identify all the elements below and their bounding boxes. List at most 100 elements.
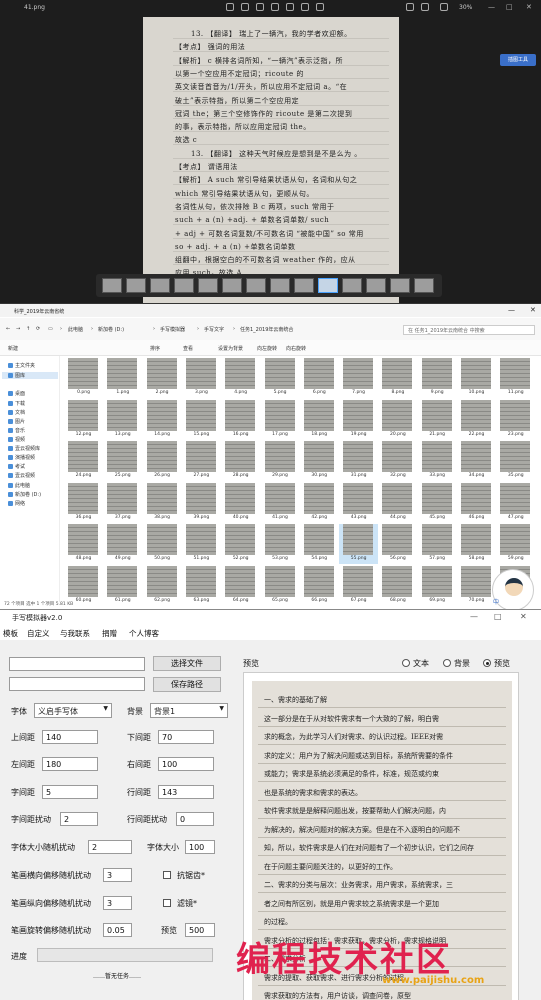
menu-blog[interactable]: 个人博客 [129, 628, 159, 639]
filmstrip-thumbnail[interactable] [222, 278, 242, 293]
menu-template[interactable]: 模板 [3, 628, 18, 639]
file-item[interactable]: 58.png [457, 524, 496, 564]
filmstrip-thumbnail[interactable] [390, 278, 410, 293]
file-item[interactable]: 6.png [300, 358, 339, 398]
file-item[interactable]: 29.png [261, 441, 300, 481]
file-item[interactable]: 31.png [339, 441, 378, 481]
file-item[interactable]: 2.png [143, 358, 182, 398]
file-item[interactable]: 70.png [457, 565, 496, 606]
file-item[interactable]: 56.png [378, 524, 417, 564]
file-item[interactable]: 14.png [143, 399, 182, 440]
file-item[interactable]: 59.png [496, 524, 535, 564]
file-item[interactable]: 11.png [496, 358, 535, 398]
nav-item[interactable]: 桌面 [8, 390, 25, 397]
nav-item[interactable]: 音乐 [8, 427, 25, 434]
close-icon[interactable]: ✕ [520, 612, 527, 621]
file-item[interactable]: 15.png [182, 399, 221, 440]
rotate-icon[interactable] [226, 3, 234, 11]
file-item[interactable]: 66.png [300, 565, 339, 606]
file-item[interactable]: 12.png [64, 399, 103, 440]
top-margin-input[interactable]: 140 [42, 730, 98, 744]
file-item[interactable]: 45.png [418, 482, 457, 523]
file-item[interactable]: 38.png [143, 482, 182, 523]
file-item[interactable]: 19.png [339, 399, 378, 440]
file-item[interactable]: 57.png [418, 524, 457, 564]
nav-item[interactable]: 图片 [8, 418, 25, 425]
breadcrumb-2[interactable]: 手写模拟器 [160, 326, 185, 333]
preview-size-input[interactable]: 500 [185, 923, 215, 937]
fit-icon[interactable] [406, 3, 414, 11]
radio-text[interactable] [402, 659, 410, 667]
file-item[interactable]: 43.png [339, 482, 378, 523]
file-item[interactable]: 61.png [103, 565, 142, 606]
file-item[interactable]: 26.png [143, 441, 182, 481]
nav-item[interactable]: 图库 [2, 372, 58, 379]
file-item[interactable]: 35.png [496, 441, 535, 481]
crop-icon[interactable] [241, 3, 249, 11]
file-item[interactable]: 3.png [182, 358, 221, 398]
breadcrumb-4[interactable]: 任务1_2019年云南统合 [240, 326, 293, 333]
file-item[interactable]: 51.png [182, 524, 221, 564]
breadcrumb-3[interactable]: 手写文字 [204, 326, 224, 333]
blur-checkbox[interactable] [163, 899, 171, 907]
text-file-path-input[interactable] [9, 657, 145, 671]
file-item[interactable]: 25.png [103, 441, 142, 481]
file-item[interactable]: 37.png [103, 482, 142, 523]
save-path-button[interactable]: 保存路径 [153, 677, 221, 692]
file-item[interactable]: 46.png [457, 482, 496, 523]
font-select[interactable]: 义启手写体 ▼ [34, 703, 112, 718]
file-item[interactable]: 63.png [182, 565, 221, 606]
file-item[interactable]: 55.png [339, 524, 379, 564]
file-item[interactable]: 21.png [418, 399, 457, 440]
v-offset-input[interactable]: 3 [103, 896, 132, 910]
file-item[interactable]: 48.png [64, 524, 103, 564]
file-item[interactable]: 18.png [300, 399, 339, 440]
undo-icon[interactable] [271, 3, 279, 11]
filmstrip-thumbnail[interactable] [294, 278, 314, 293]
file-item[interactable]: 53.png [261, 524, 300, 564]
search-input[interactable]: 在 任务1_2019年云南统合 中搜索 [403, 325, 535, 335]
menu-custom[interactable]: 自定义 [27, 628, 50, 639]
sort-button[interactable]: 排序 [150, 345, 160, 352]
nav-item[interactable]: 此电脑 [8, 482, 30, 489]
filmstrip-thumbnail[interactable] [102, 278, 122, 293]
back-icon[interactable]: ← [6, 326, 10, 332]
rotate-left-button[interactable]: 向左旋转 [257, 345, 277, 352]
refresh-icon[interactable]: ⟳ [36, 326, 40, 332]
address-bar[interactable]: ← → ↑ ⟳ ▭ › 此电脑 › 新加卷 (D:) › 手写模拟器 › 手写文… [0, 318, 541, 340]
file-item[interactable]: 47.png [496, 482, 535, 523]
file-item[interactable]: 24.png [64, 441, 103, 481]
right-margin-input[interactable]: 100 [158, 757, 214, 771]
filmstrip-thumbnail[interactable] [270, 278, 290, 293]
new-button[interactable]: 新建 [8, 345, 18, 352]
maximize-icon[interactable]: □ [494, 612, 502, 621]
filmstrip-thumbnail[interactable] [414, 278, 434, 293]
file-item[interactable]: 65.png [261, 565, 300, 606]
filmstrip-thumbnail[interactable] [366, 278, 386, 293]
file-item[interactable]: 5.png [261, 358, 300, 398]
file-item[interactable]: 20.png [378, 399, 417, 440]
file-item[interactable]: 54.png [300, 524, 339, 564]
nav-item[interactable]: 壹云视频库 [8, 445, 40, 452]
file-item[interactable]: 1.png [103, 358, 142, 398]
file-item[interactable]: 36.png [64, 482, 103, 523]
breadcrumb-1[interactable]: 新加卷 (D:) [98, 326, 124, 333]
background-select[interactable]: 背景1 ▼ [150, 703, 228, 718]
rotate-right-button[interactable]: 向右旋转 [286, 345, 306, 352]
file-item[interactable]: 23.png [496, 399, 535, 440]
file-item[interactable]: 32.png [378, 441, 417, 481]
filmstrip-thumbnail[interactable] [342, 278, 362, 293]
file-item[interactable]: 40.png [221, 482, 260, 523]
nav-item[interactable]: 下载 [8, 400, 25, 407]
nav-item[interactable]: 文档 [8, 409, 25, 416]
file-item[interactable]: 68.png [378, 565, 417, 606]
file-item[interactable]: 69.png [418, 565, 457, 606]
bottom-margin-input[interactable]: 70 [158, 730, 214, 744]
save-path-input[interactable] [9, 677, 145, 691]
menu-contact[interactable]: 与我联系 [60, 628, 90, 639]
file-item[interactable]: 27.png [182, 441, 221, 481]
minimize-icon[interactable]: — [470, 612, 478, 621]
file-item[interactable]: 7.png [339, 358, 378, 398]
line-spacing-input[interactable]: 143 [158, 785, 214, 799]
file-item[interactable]: 0.png [64, 358, 103, 398]
